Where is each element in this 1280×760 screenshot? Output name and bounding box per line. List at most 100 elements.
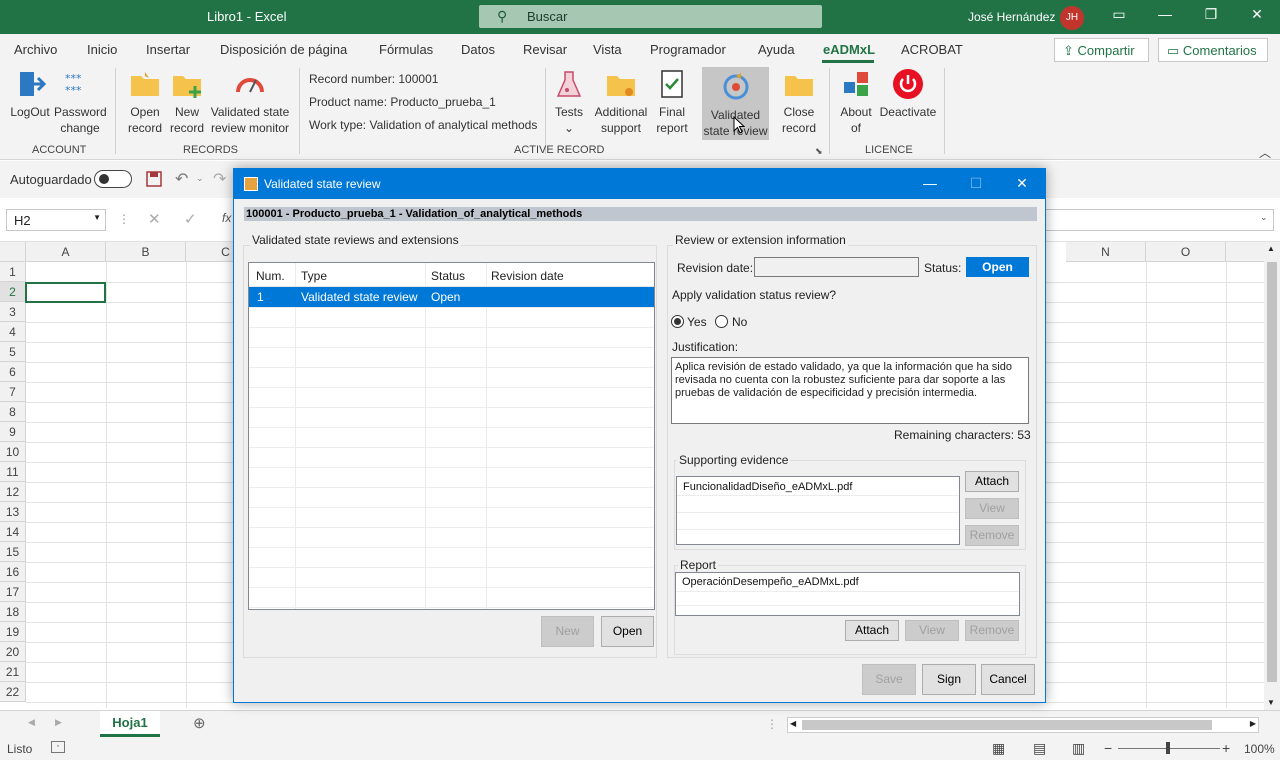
table-row[interactable]: 1 Validated state review Open — [249, 287, 654, 307]
minimize-icon[interactable]: — — [920, 175, 940, 191]
save-button[interactable]: Save — [862, 664, 916, 695]
expand-formula-icon[interactable]: ⌄ — [1260, 212, 1268, 223]
report-view-button[interactable]: View — [905, 620, 959, 641]
sheet-tab-hoja1[interactable]: Hoja1 — [100, 711, 160, 737]
column-header[interactable]: Revision date — [491, 269, 564, 283]
column-header[interactable]: Type — [301, 269, 327, 283]
menu-revisar[interactable]: Revisar — [523, 42, 567, 57]
row-header[interactable]: 7 — [0, 382, 26, 402]
logout-button[interactable]: LogOut — [6, 64, 54, 138]
dialog-launcher-icon[interactable]: ⬊ — [815, 146, 823, 157]
scroll-thumb[interactable] — [1267, 262, 1277, 682]
autosave-toggle[interactable] — [94, 170, 132, 188]
final-report-button[interactable]: Final report — [651, 64, 693, 138]
row-header[interactable]: 9 — [0, 422, 26, 442]
zoom-out-icon[interactable]: − — [1104, 740, 1112, 756]
redo-icon[interactable]: ↷ — [213, 169, 226, 189]
select-all-corner[interactable] — [0, 242, 26, 262]
menu-programador[interactable]: Programador — [650, 42, 726, 57]
name-box[interactable]: H2 ▼ — [6, 209, 106, 231]
new-record-button[interactable]: New record — [166, 64, 208, 138]
ribbon-display-options-icon[interactable]: ▭ — [1107, 6, 1131, 23]
row-header[interactable]: 22 — [0, 682, 26, 702]
column-header[interactable]: Num. — [256, 269, 285, 283]
row-header[interactable]: 6 — [0, 362, 26, 382]
confirm-entry-icon[interactable]: ✓ — [184, 210, 197, 228]
evidence-remove-button[interactable]: Remove — [965, 525, 1019, 546]
row-header[interactable]: 11 — [0, 462, 26, 482]
search-box[interactable]: ⚲ Buscar — [479, 5, 822, 28]
row-header[interactable]: 14 — [0, 522, 26, 542]
evidence-file[interactable]: FuncionalidadDiseño_eADMxL.pdf — [677, 481, 852, 493]
restore-icon[interactable]: ❐ — [1199, 6, 1223, 23]
row-header[interactable]: 12 — [0, 482, 26, 502]
report-remove-button[interactable]: Remove — [965, 620, 1019, 641]
zoom-slider-thumb[interactable] — [1166, 742, 1170, 754]
yes-radio-label[interactable]: Yes — [687, 315, 707, 329]
menu-archivo[interactable]: Archivo — [14, 42, 57, 57]
menu-ayuda[interactable]: Ayuda — [758, 42, 795, 57]
menu-eadmxl[interactable]: eADMxL — [823, 42, 875, 57]
save-icon[interactable] — [146, 171, 162, 187]
no-radio-label[interactable]: No — [732, 315, 747, 329]
no-radio[interactable] — [715, 315, 728, 328]
normal-view-icon[interactable]: ▦ — [992, 740, 1005, 757]
close-record-button[interactable]: Close record — [778, 64, 820, 138]
menu-vista[interactable]: Vista — [593, 42, 622, 57]
zoom-in-icon[interactable]: + — [1222, 740, 1230, 756]
formula-input[interactable] — [1044, 209, 1274, 231]
row-header[interactable]: 5 — [0, 342, 26, 362]
name-box-dropdown-icon[interactable]: ▼ — [93, 213, 101, 222]
menu-datos[interactable]: Datos — [461, 42, 495, 57]
justification-textarea[interactable]: Aplica revisión de estado validado, ya q… — [671, 357, 1029, 424]
tests-button[interactable]: Tests ⌄ — [551, 64, 587, 138]
column-header[interactable]: B — [106, 242, 186, 262]
row-header[interactable]: 19 — [0, 622, 26, 642]
menu-inicio[interactable]: Inicio — [87, 42, 117, 57]
evidence-attach-button[interactable]: Attach — [965, 471, 1019, 492]
undo-icon[interactable]: ↶ — [175, 169, 188, 189]
page-layout-icon[interactable]: ▤ — [1033, 740, 1046, 757]
dialog-title-bar[interactable]: Validated state review — ☐ ✕ — [234, 169, 1045, 199]
row-header[interactable]: 4 — [0, 322, 26, 342]
next-sheet-icon[interactable]: ▶ — [55, 717, 62, 728]
scroll-left-icon[interactable]: ◀ — [790, 719, 796, 728]
yes-radio[interactable] — [671, 315, 684, 328]
column-header[interactable] — [1226, 242, 1264, 262]
row-header[interactable]: 21 — [0, 662, 26, 682]
menu-acrobat[interactable]: ACROBAT — [901, 42, 963, 57]
deactivate-button[interactable]: Deactivate — [878, 64, 938, 138]
vertical-scrollbar[interactable]: ▲ ▼ — [1264, 242, 1280, 712]
column-header[interactable]: O — [1146, 242, 1226, 262]
reviews-table[interactable]: Num. Type Status Revision date 1 Validat… — [248, 262, 655, 610]
cancel-entry-icon[interactable]: ✕ — [148, 210, 161, 228]
row-header[interactable]: 18 — [0, 602, 26, 622]
prev-sheet-icon[interactable]: ◀ — [28, 717, 35, 728]
about-button[interactable]: About of — [836, 64, 876, 138]
validated-state-review-monitor-button[interactable]: Validated state review monitor — [208, 64, 292, 138]
close-icon[interactable]: ✕ — [1012, 175, 1032, 192]
row-header[interactable]: 3 — [0, 302, 26, 322]
report-attach-button[interactable]: Attach — [845, 620, 899, 641]
scroll-up-icon[interactable]: ▲ — [1267, 244, 1275, 253]
additional-support-button[interactable]: Additional support — [591, 64, 651, 138]
row-header[interactable]: 2 — [0, 282, 26, 302]
undo-dropdown-icon[interactable]: ⌄ — [196, 173, 204, 184]
row-header[interactable]: 1 — [0, 262, 26, 282]
row-header[interactable]: 13 — [0, 502, 26, 522]
avatar[interactable]: JH — [1060, 6, 1084, 30]
scroll-right-icon[interactable]: ▶ — [1250, 719, 1256, 728]
close-icon[interactable]: ✕ — [1245, 6, 1269, 23]
menu-insertar[interactable]: Insertar — [146, 42, 190, 57]
column-header[interactable]: A — [26, 242, 106, 262]
horizontal-scrollbar[interactable]: ◀ ▶ — [787, 717, 1259, 733]
user-name[interactable]: José Hernández — [968, 10, 1055, 24]
macro-record-icon[interactable]: · — [51, 741, 65, 753]
comments-button[interactable]: ▭ Comentarios — [1158, 38, 1268, 62]
zoom-level[interactable]: 100% — [1244, 742, 1275, 756]
report-list[interactable]: OperaciónDesempeño_eADMxL.pdf — [675, 572, 1020, 616]
new-button[interactable]: New — [541, 616, 594, 647]
scroll-thumb[interactable] — [802, 720, 1212, 730]
splitter-icon[interactable]: ⋮ — [766, 717, 778, 731]
row-header[interactable]: 17 — [0, 582, 26, 602]
